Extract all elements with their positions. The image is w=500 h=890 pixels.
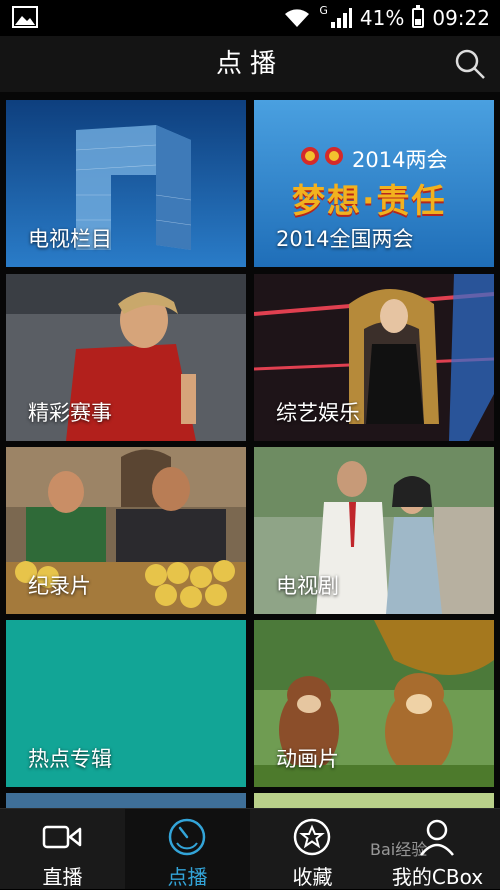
wifi-icon [285, 9, 310, 27]
tab-live[interactable]: 直播 [0, 809, 125, 889]
category-grid: 电视栏目 2014两会 梦想·责任 2014全国两会 精彩赛事 综艺娱乐 纪录片… [0, 92, 500, 808]
status-indicators: G 41% 09:22 [283, 3, 490, 30]
tab-vod[interactable]: 点播 [125, 809, 250, 889]
network-type: G [319, 3, 328, 17]
banner-slogan: 梦想·责任 [292, 181, 447, 220]
tab-label: 直播 [42, 865, 83, 889]
video-camera-icon [42, 825, 82, 849]
battery-icon [412, 5, 425, 28]
tab-label: 点播 [167, 865, 208, 889]
tab-label: 收藏 [292, 865, 333, 889]
tile-tv-series[interactable]: 电视剧 [254, 447, 494, 614]
tile-tv-programs[interactable]: 电视栏目 [6, 100, 246, 267]
tab-label: 我的CBox [391, 865, 484, 889]
tile-animation[interactable]: 动画片 [254, 620, 494, 787]
play-dial-icon [168, 818, 206, 856]
tile-label: 电视栏目 [28, 227, 112, 251]
tile-label: 综艺娱乐 [276, 401, 360, 425]
status-bar: G 41% 09:22 [0, 0, 500, 36]
tile-documentary[interactable]: 纪录片 [6, 447, 246, 614]
banner-year: 2014两会 [352, 148, 448, 172]
tile-label: 精彩赛事 [28, 401, 112, 425]
tile-label: 2014全国两会 [276, 227, 414, 251]
tile-label: 动画片 [276, 747, 339, 771]
watermark: Bai经验 [370, 840, 428, 859]
title-bar: 点播 [0, 36, 500, 93]
gallery-icon [12, 6, 38, 28]
tab-favorites[interactable]: 收藏 [250, 809, 375, 889]
tile-hot-topics[interactable]: 热点专辑 [6, 620, 246, 787]
signal-icon [330, 8, 352, 28]
tile-label: 热点专辑 [28, 747, 112, 771]
tile-2014-two-sessions[interactable]: 2014两会 梦想·责任 2014全国两会 [254, 100, 494, 267]
tile-sports[interactable]: 精彩赛事 [6, 274, 246, 441]
tile-label: 电视剧 [276, 574, 339, 598]
battery-percent: 41% [359, 6, 405, 30]
tile-partial-left[interactable] [6, 793, 246, 808]
tile-variety[interactable]: 综艺娱乐 [254, 274, 494, 441]
tile-partial-right[interactable] [254, 793, 494, 808]
page-title: 点播 [215, 49, 284, 79]
tile-label: 纪录片 [28, 574, 91, 598]
star-circle-icon [293, 818, 331, 856]
search-icon[interactable] [454, 48, 486, 80]
clock: 09:22 [432, 6, 490, 30]
